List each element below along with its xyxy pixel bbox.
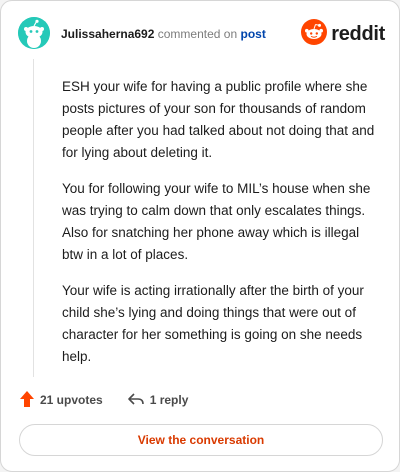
embedded-comment-card: Julissaherna692 commented on post reddit… <box>0 0 400 472</box>
comment-paragraph: You for following your wife to MIL’s hou… <box>62 181 371 262</box>
comment-actions: 21 upvotes 1 reply <box>19 390 188 410</box>
comment-header: Julissaherna692 commented on post reddit <box>18 17 385 51</box>
replies-count: 1 reply <box>149 393 189 407</box>
reddit-brand[interactable]: reddit <box>301 18 385 50</box>
replies-button[interactable]: 1 reply <box>127 391 189 410</box>
reddit-wordmark: reddit <box>331 22 385 45</box>
upvotes-count: 21 upvotes <box>40 393 103 407</box>
comment-paragraph: ESH your wife for having a public profil… <box>62 79 375 160</box>
comment-meta: Julissaherna692 commented on post <box>61 27 266 41</box>
upvote-arrow-icon <box>19 390 40 411</box>
post-link[interactable]: post <box>240 27 265 41</box>
reddit-logo-icon <box>301 18 328 50</box>
snoo-avatar-icon[interactable] <box>18 17 50 49</box>
comment-body: ESH your wife for having a public profil… <box>62 76 380 382</box>
reply-arrow-icon <box>127 391 150 410</box>
view-conversation-button[interactable]: View the conversation <box>19 424 383 456</box>
author-username[interactable]: Julissaherna692 <box>61 27 154 41</box>
upvote-button[interactable]: 21 upvotes <box>19 390 103 411</box>
comment-paragraph: Your wife is acting irrationally after t… <box>62 283 364 364</box>
thread-line <box>33 59 34 377</box>
commented-on-text: commented on <box>157 27 238 41</box>
